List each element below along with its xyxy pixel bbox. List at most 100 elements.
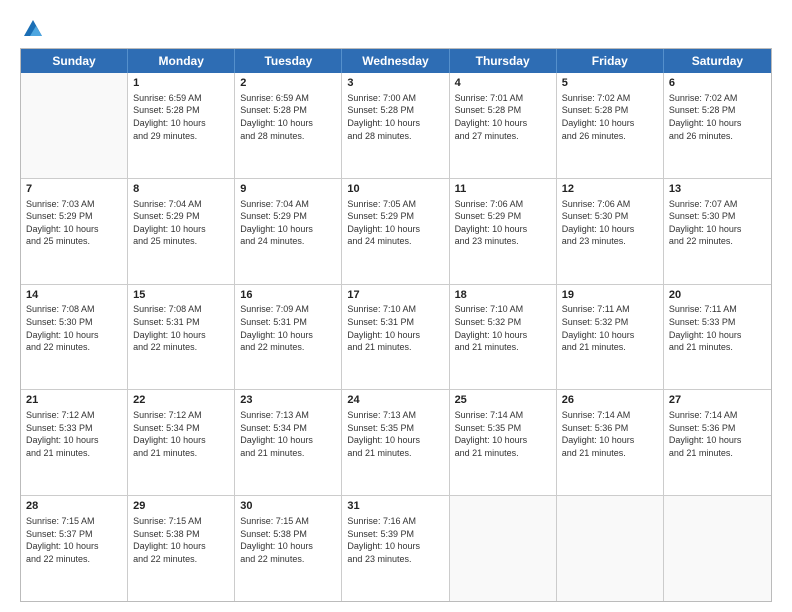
calendar-cell: 17Sunrise: 7:10 AM Sunset: 5:31 PM Dayli… bbox=[342, 285, 449, 390]
weekday-header: Monday bbox=[128, 49, 235, 73]
calendar-cell: 25Sunrise: 7:14 AM Sunset: 5:35 PM Dayli… bbox=[450, 390, 557, 495]
cell-info: Sunrise: 7:06 AM Sunset: 5:30 PM Dayligh… bbox=[562, 198, 658, 248]
cell-info: Sunrise: 7:12 AM Sunset: 5:33 PM Dayligh… bbox=[26, 409, 122, 459]
day-number: 22 bbox=[133, 393, 229, 408]
calendar-cell: 5Sunrise: 7:02 AM Sunset: 5:28 PM Daylig… bbox=[557, 73, 664, 178]
weekday-header: Saturday bbox=[664, 49, 771, 73]
cell-info: Sunrise: 7:05 AM Sunset: 5:29 PM Dayligh… bbox=[347, 198, 443, 248]
day-number: 15 bbox=[133, 288, 229, 303]
calendar-cell: 27Sunrise: 7:14 AM Sunset: 5:36 PM Dayli… bbox=[664, 390, 771, 495]
day-number: 25 bbox=[455, 393, 551, 408]
day-number: 3 bbox=[347, 76, 443, 91]
calendar-cell: 19Sunrise: 7:11 AM Sunset: 5:32 PM Dayli… bbox=[557, 285, 664, 390]
calendar-cell: 26Sunrise: 7:14 AM Sunset: 5:36 PM Dayli… bbox=[557, 390, 664, 495]
calendar-row: 28Sunrise: 7:15 AM Sunset: 5:37 PM Dayli… bbox=[21, 495, 771, 601]
day-number: 2 bbox=[240, 76, 336, 91]
weekday-header: Sunday bbox=[21, 49, 128, 73]
cell-info: Sunrise: 7:06 AM Sunset: 5:29 PM Dayligh… bbox=[455, 198, 551, 248]
cell-info: Sunrise: 7:13 AM Sunset: 5:35 PM Dayligh… bbox=[347, 409, 443, 459]
cell-info: Sunrise: 7:13 AM Sunset: 5:34 PM Dayligh… bbox=[240, 409, 336, 459]
cell-info: Sunrise: 7:04 AM Sunset: 5:29 PM Dayligh… bbox=[240, 198, 336, 248]
calendar-row: 1Sunrise: 6:59 AM Sunset: 5:28 PM Daylig… bbox=[21, 73, 771, 178]
day-number: 17 bbox=[347, 288, 443, 303]
calendar-cell: 8Sunrise: 7:04 AM Sunset: 5:29 PM Daylig… bbox=[128, 179, 235, 284]
day-number: 1 bbox=[133, 76, 229, 91]
calendar-cell: 31Sunrise: 7:16 AM Sunset: 5:39 PM Dayli… bbox=[342, 496, 449, 601]
calendar-cell bbox=[557, 496, 664, 601]
cell-info: Sunrise: 7:02 AM Sunset: 5:28 PM Dayligh… bbox=[669, 92, 766, 142]
calendar-cell: 23Sunrise: 7:13 AM Sunset: 5:34 PM Dayli… bbox=[235, 390, 342, 495]
calendar-cell: 15Sunrise: 7:08 AM Sunset: 5:31 PM Dayli… bbox=[128, 285, 235, 390]
cell-info: Sunrise: 7:11 AM Sunset: 5:32 PM Dayligh… bbox=[562, 303, 658, 353]
cell-info: Sunrise: 7:15 AM Sunset: 5:37 PM Dayligh… bbox=[26, 515, 122, 565]
cell-info: Sunrise: 7:01 AM Sunset: 5:28 PM Dayligh… bbox=[455, 92, 551, 142]
calendar-cell: 12Sunrise: 7:06 AM Sunset: 5:30 PM Dayli… bbox=[557, 179, 664, 284]
calendar-cell: 1Sunrise: 6:59 AM Sunset: 5:28 PM Daylig… bbox=[128, 73, 235, 178]
calendar-cell: 14Sunrise: 7:08 AM Sunset: 5:30 PM Dayli… bbox=[21, 285, 128, 390]
logo bbox=[20, 18, 44, 38]
cell-info: Sunrise: 7:07 AM Sunset: 5:30 PM Dayligh… bbox=[669, 198, 766, 248]
day-number: 26 bbox=[562, 393, 658, 408]
cell-info: Sunrise: 6:59 AM Sunset: 5:28 PM Dayligh… bbox=[133, 92, 229, 142]
calendar-cell: 7Sunrise: 7:03 AM Sunset: 5:29 PM Daylig… bbox=[21, 179, 128, 284]
weekday-header: Tuesday bbox=[235, 49, 342, 73]
calendar-body: 1Sunrise: 6:59 AM Sunset: 5:28 PM Daylig… bbox=[21, 73, 771, 601]
day-number: 28 bbox=[26, 499, 122, 514]
weekday-header: Friday bbox=[557, 49, 664, 73]
day-number: 30 bbox=[240, 499, 336, 514]
day-number: 16 bbox=[240, 288, 336, 303]
calendar: SundayMondayTuesdayWednesdayThursdayFrid… bbox=[20, 48, 772, 602]
cell-info: Sunrise: 6:59 AM Sunset: 5:28 PM Dayligh… bbox=[240, 92, 336, 142]
cell-info: Sunrise: 7:11 AM Sunset: 5:33 PM Dayligh… bbox=[669, 303, 766, 353]
day-number: 24 bbox=[347, 393, 443, 408]
cell-info: Sunrise: 7:15 AM Sunset: 5:38 PM Dayligh… bbox=[133, 515, 229, 565]
weekday-header: Wednesday bbox=[342, 49, 449, 73]
day-number: 8 bbox=[133, 182, 229, 197]
cell-info: Sunrise: 7:04 AM Sunset: 5:29 PM Dayligh… bbox=[133, 198, 229, 248]
calendar-cell: 3Sunrise: 7:00 AM Sunset: 5:28 PM Daylig… bbox=[342, 73, 449, 178]
day-number: 5 bbox=[562, 76, 658, 91]
cell-info: Sunrise: 7:12 AM Sunset: 5:34 PM Dayligh… bbox=[133, 409, 229, 459]
calendar-cell: 22Sunrise: 7:12 AM Sunset: 5:34 PM Dayli… bbox=[128, 390, 235, 495]
calendar-cell: 13Sunrise: 7:07 AM Sunset: 5:30 PM Dayli… bbox=[664, 179, 771, 284]
day-number: 21 bbox=[26, 393, 122, 408]
day-number: 23 bbox=[240, 393, 336, 408]
calendar-cell: 4Sunrise: 7:01 AM Sunset: 5:28 PM Daylig… bbox=[450, 73, 557, 178]
calendar-page: SundayMondayTuesdayWednesdayThursdayFrid… bbox=[0, 0, 792, 612]
calendar-cell: 2Sunrise: 6:59 AM Sunset: 5:28 PM Daylig… bbox=[235, 73, 342, 178]
calendar-cell bbox=[21, 73, 128, 178]
calendar-cell: 16Sunrise: 7:09 AM Sunset: 5:31 PM Dayli… bbox=[235, 285, 342, 390]
day-number: 10 bbox=[347, 182, 443, 197]
day-number: 13 bbox=[669, 182, 766, 197]
day-number: 19 bbox=[562, 288, 658, 303]
page-header bbox=[20, 18, 772, 38]
calendar-row: 21Sunrise: 7:12 AM Sunset: 5:33 PM Dayli… bbox=[21, 389, 771, 495]
calendar-cell: 20Sunrise: 7:11 AM Sunset: 5:33 PM Dayli… bbox=[664, 285, 771, 390]
day-number: 20 bbox=[669, 288, 766, 303]
logo-icon bbox=[22, 18, 44, 40]
calendar-row: 7Sunrise: 7:03 AM Sunset: 5:29 PM Daylig… bbox=[21, 178, 771, 284]
weekday-header: Thursday bbox=[450, 49, 557, 73]
day-number: 18 bbox=[455, 288, 551, 303]
calendar-cell bbox=[664, 496, 771, 601]
cell-info: Sunrise: 7:02 AM Sunset: 5:28 PM Dayligh… bbox=[562, 92, 658, 142]
calendar-cell: 6Sunrise: 7:02 AM Sunset: 5:28 PM Daylig… bbox=[664, 73, 771, 178]
calendar-header: SundayMondayTuesdayWednesdayThursdayFrid… bbox=[21, 49, 771, 73]
calendar-cell: 10Sunrise: 7:05 AM Sunset: 5:29 PM Dayli… bbox=[342, 179, 449, 284]
day-number: 11 bbox=[455, 182, 551, 197]
day-number: 14 bbox=[26, 288, 122, 303]
calendar-cell: 24Sunrise: 7:13 AM Sunset: 5:35 PM Dayli… bbox=[342, 390, 449, 495]
cell-info: Sunrise: 7:16 AM Sunset: 5:39 PM Dayligh… bbox=[347, 515, 443, 565]
cell-info: Sunrise: 7:08 AM Sunset: 5:30 PM Dayligh… bbox=[26, 303, 122, 353]
day-number: 9 bbox=[240, 182, 336, 197]
cell-info: Sunrise: 7:14 AM Sunset: 5:35 PM Dayligh… bbox=[455, 409, 551, 459]
calendar-cell: 30Sunrise: 7:15 AM Sunset: 5:38 PM Dayli… bbox=[235, 496, 342, 601]
day-number: 12 bbox=[562, 182, 658, 197]
calendar-cell: 29Sunrise: 7:15 AM Sunset: 5:38 PM Dayli… bbox=[128, 496, 235, 601]
cell-info: Sunrise: 7:09 AM Sunset: 5:31 PM Dayligh… bbox=[240, 303, 336, 353]
calendar-cell bbox=[450, 496, 557, 601]
cell-info: Sunrise: 7:00 AM Sunset: 5:28 PM Dayligh… bbox=[347, 92, 443, 142]
cell-info: Sunrise: 7:14 AM Sunset: 5:36 PM Dayligh… bbox=[669, 409, 766, 459]
cell-info: Sunrise: 7:10 AM Sunset: 5:31 PM Dayligh… bbox=[347, 303, 443, 353]
calendar-cell: 18Sunrise: 7:10 AM Sunset: 5:32 PM Dayli… bbox=[450, 285, 557, 390]
